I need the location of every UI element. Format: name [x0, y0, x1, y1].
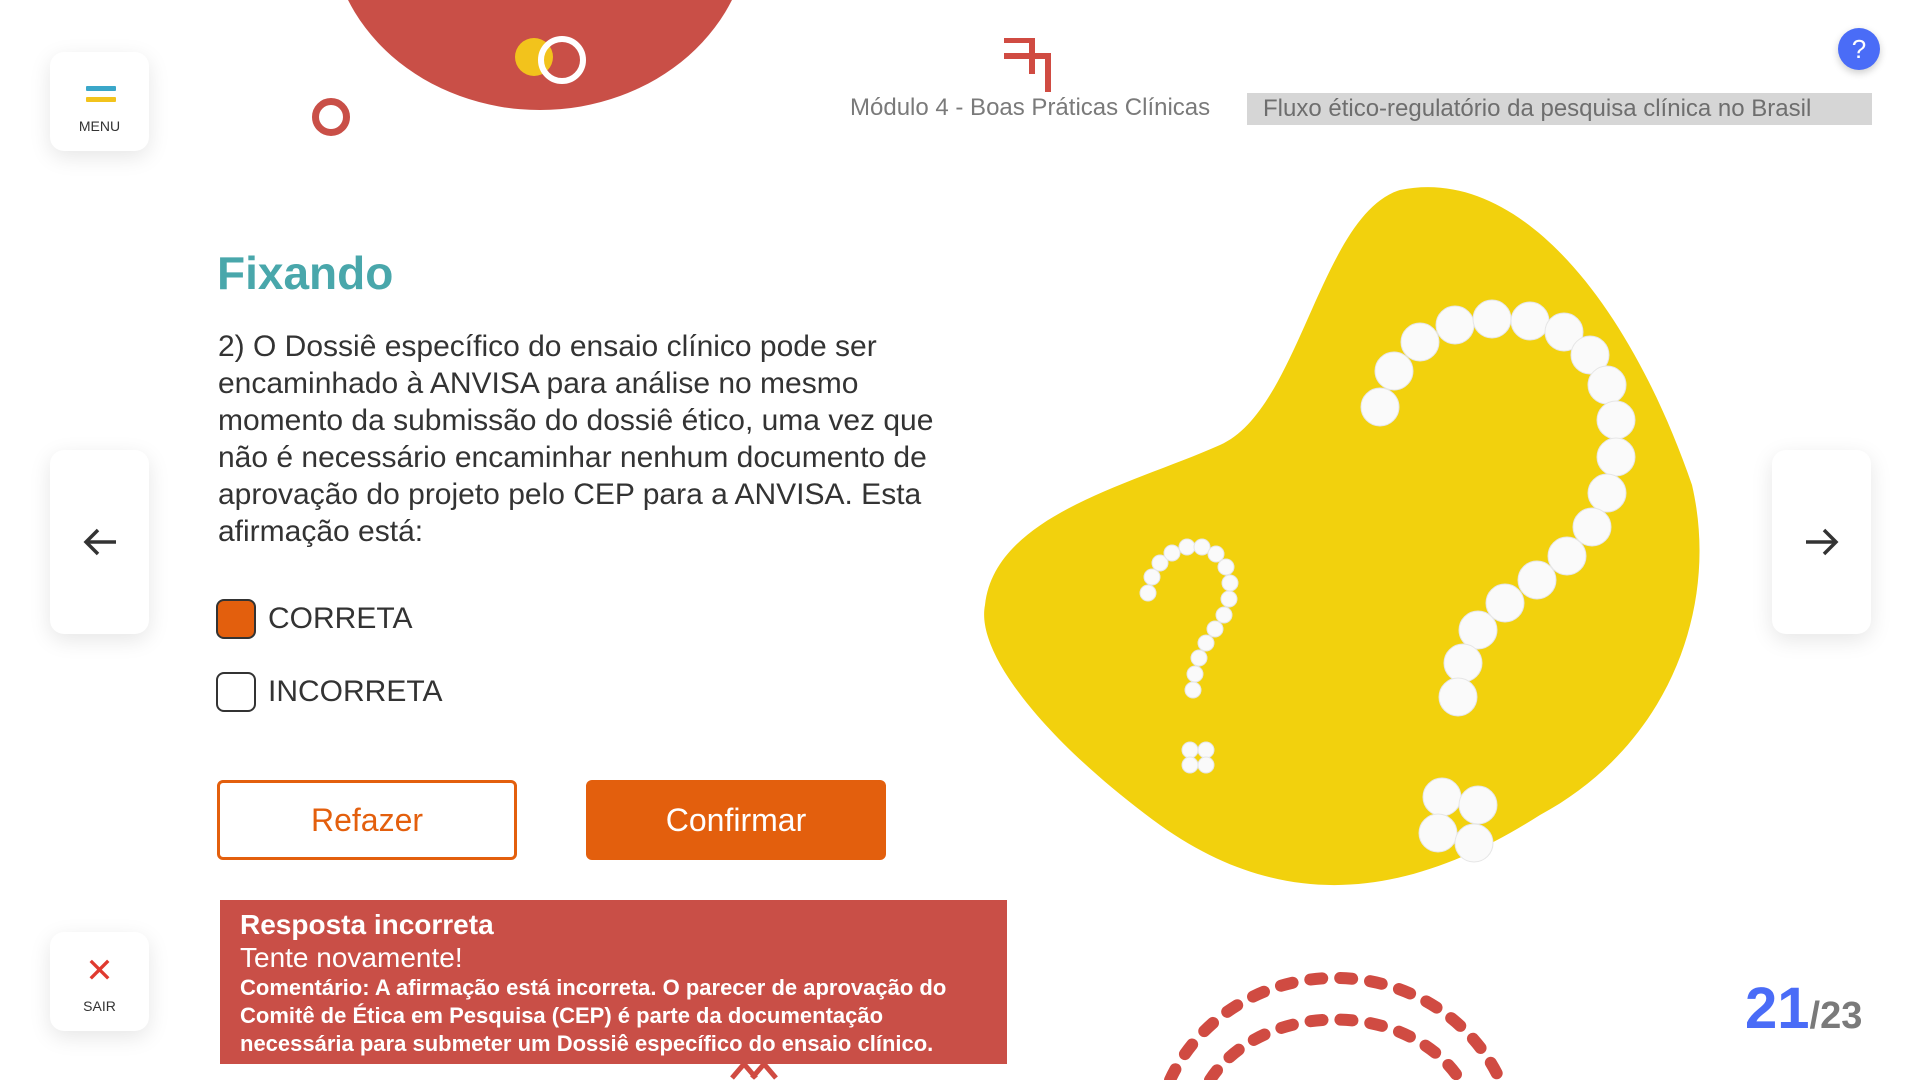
option-incorreta[interactable]: INCORRETA	[216, 670, 442, 714]
option-correta[interactable]: CORRETA	[216, 597, 412, 641]
option-label: CORRETA	[268, 602, 413, 635]
module-title: Módulo 4 - Boas Práticas Clínicas	[850, 94, 1211, 121]
page-title: Fixando	[217, 247, 394, 299]
topic-title: Fluxo ético-regulatório da pesquisa clín…	[1247, 93, 1872, 125]
menu-icon	[86, 86, 116, 108]
feedback-comment: Comentário: A afirmação está incorreta. …	[240, 975, 947, 1056]
decorative-ring	[538, 36, 586, 84]
decorative-ring-small	[312, 98, 350, 136]
close-icon: ✕	[85, 952, 114, 990]
feedback-title: Resposta incorreta	[240, 909, 494, 940]
feedback-subtitle: Tente novamente!	[240, 942, 463, 973]
help-button[interactable]: ?	[1838, 28, 1880, 70]
question-text: 2) O Dossiê específico do ensaio clínico…	[218, 330, 934, 548]
menu-label: MENU	[78, 118, 121, 134]
next-page-button[interactable]	[1772, 450, 1871, 634]
option-checkbox[interactable]	[216, 672, 256, 712]
arrow-right-icon	[1805, 528, 1838, 556]
feedback-box: Resposta incorreta Tente novamente! Come…	[220, 900, 1007, 1064]
page-counter: 21/23	[1745, 975, 1862, 1042]
page-current: 21	[1745, 976, 1810, 1041]
menu-button[interactable]: MENU	[50, 52, 149, 151]
arrow-left-icon	[83, 528, 116, 556]
option-checkbox-checked[interactable]	[216, 599, 256, 639]
redo-button[interactable]: Refazer	[217, 780, 517, 860]
exit-button[interactable]: ✕ SAIR	[50, 932, 149, 1031]
decorative-dotted-arcs	[1164, 971, 1506, 1080]
option-label: INCORRETA	[268, 675, 443, 708]
previous-page-button[interactable]	[50, 450, 149, 634]
confirm-button[interactable]: Confirmar	[586, 780, 886, 860]
page-total: /23	[1809, 995, 1863, 1037]
decorative-corner-icon	[1004, 38, 1051, 92]
question-mark-illustration	[984, 187, 1700, 886]
exit-label: SAIR	[83, 998, 116, 1014]
